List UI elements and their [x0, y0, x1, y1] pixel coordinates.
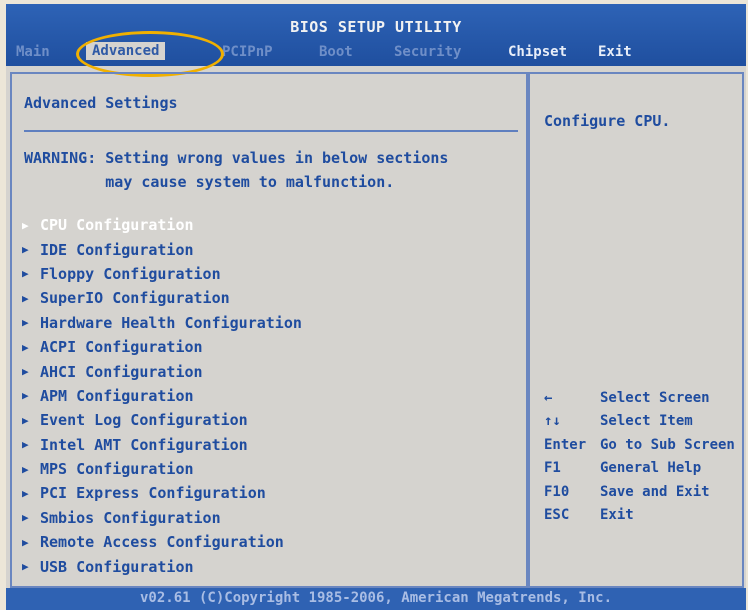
menu-item-usb[interactable]: ▶ USB Configuration — [22, 554, 302, 578]
key-row: ↑↓ Select Item — [544, 410, 735, 434]
config-menu: ▶ CPU Configuration ▶ IDE Configuration ▶ F… — [22, 213, 302, 579]
key-row: ESC Exit — [544, 504, 735, 528]
menu-item-apm[interactable]: ▶ APM Configuration — [22, 384, 302, 408]
menu-item-floppy[interactable]: ▶ Floppy Configuration — [22, 262, 302, 286]
triangle-right-icon: ▶ — [22, 291, 29, 305]
menu-item-label: Event Log Configuration — [40, 411, 248, 430]
menu-item-label: Smbios Configuration — [40, 508, 221, 527]
tab-chipset[interactable]: Chipset — [508, 44, 567, 60]
menu-item-label: USB Configuration — [40, 557, 194, 576]
menu-item-label: PCI Express Configuration — [40, 484, 266, 503]
key-name: ESC — [544, 507, 570, 524]
key-desc: Exit — [600, 507, 634, 524]
triangle-right-icon: ▶ — [22, 462, 29, 476]
bios-screen: BIOS SETUP UTILITY Main Advanced PCIPnP … — [6, 4, 746, 610]
key-name: Enter — [544, 436, 587, 453]
menu-item-pci-express[interactable]: ▶ PCI Express Configuration — [22, 481, 302, 505]
key-row: ← Select Screen — [544, 386, 735, 410]
menu-item-label: AHCI Configuration — [40, 362, 203, 381]
menu-item-label: Intel AMT Configuration — [40, 435, 248, 454]
triangle-right-icon: ▶ — [22, 316, 29, 330]
menu-item-event-log[interactable]: ▶ Event Log Configuration — [22, 408, 302, 432]
key-desc: General Help — [600, 460, 702, 477]
menu-item-label: SuperIO Configuration — [40, 289, 230, 308]
top-bar: BIOS SETUP UTILITY Main Advanced PCIPnP … — [6, 4, 746, 77]
key-name: ← — [544, 389, 553, 406]
triangle-right-icon: ▶ — [22, 267, 29, 281]
triangle-right-icon: ▶ — [22, 511, 29, 525]
menu-item-smbios[interactable]: ▶ Smbios Configuration — [22, 506, 302, 530]
advanced-settings-panel: Advanced Settings WARNING: Setting wrong… — [10, 72, 528, 588]
key-desc: Select Item — [600, 413, 693, 430]
key-row: F1 General Help — [544, 457, 735, 481]
menu-item-acpi[interactable]: ▶ ACPI Configuration — [22, 335, 302, 359]
bottom-bar: v02.61 (C)Copyright 1985-2006, American … — [6, 588, 746, 610]
key-name: F1 — [544, 460, 561, 477]
key-desc: Select Screen — [600, 389, 710, 406]
tab-main[interactable]: Main — [16, 44, 50, 60]
key-desc: Save and Exit — [600, 483, 710, 500]
copyright-text: v02.61 (C)Copyright 1985-2006, American … — [139, 590, 612, 606]
triangle-right-icon: ▶ — [22, 438, 29, 452]
menu-item-intel-amt[interactable]: ▶ Intel AMT Configuration — [22, 433, 302, 457]
help-text: Configure CPU. — [544, 112, 671, 130]
triangle-right-icon: ▶ — [22, 340, 29, 354]
menu-item-cpu[interactable]: ▶ CPU Configuration — [22, 213, 302, 237]
menu-item-label: IDE Configuration — [40, 240, 194, 259]
menu-item-label: Floppy Configuration — [40, 264, 221, 283]
key-row: Enter Go to Sub Screen — [544, 433, 735, 457]
menu-item-label: Hardware Health Configuration — [40, 313, 302, 332]
key-row: F10 Save and Exit — [544, 480, 735, 504]
menu-item-label: Remote Access Configuration — [40, 533, 284, 552]
key-name: F10 — [544, 483, 570, 500]
triangle-right-icon: ▶ — [22, 389, 29, 403]
triangle-right-icon: ▶ — [22, 413, 29, 427]
divider — [24, 130, 518, 132]
menu-item-superio[interactable]: ▶ SuperIO Configuration — [22, 286, 302, 310]
help-panel: Configure CPU. ← Select Screen ↑↓ Select I… — [528, 72, 744, 588]
menu-item-remote-access[interactable]: ▶ Remote Access Configuration — [22, 530, 302, 554]
triangle-right-icon: ▶ — [22, 365, 29, 379]
menu-item-label: MPS Configuration — [40, 460, 194, 479]
key-desc: Go to Sub Screen — [600, 436, 735, 453]
tab-exit[interactable]: Exit — [598, 44, 632, 60]
menu-item-label: CPU Configuration — [40, 216, 194, 235]
warning-text: WARNING: Setting wrong values in below s… — [24, 149, 449, 191]
menu-item-ahci[interactable]: ▶ AHCI Configuration — [22, 359, 302, 383]
triangle-right-icon: ▶ — [22, 535, 29, 549]
tab-pcipnp[interactable]: PCIPnP — [222, 44, 273, 60]
menu-item-label: APM Configuration — [40, 386, 194, 405]
triangle-right-icon: ▶ — [22, 560, 29, 574]
menu-item-mps[interactable]: ▶ MPS Configuration — [22, 457, 302, 481]
key-name: ↑↓ — [544, 413, 561, 430]
menu-item-hardware-health[interactable]: ▶ Hardware Health Configuration — [22, 311, 302, 335]
menu-item-label: ACPI Configuration — [40, 338, 203, 357]
triangle-right-icon: ▶ — [22, 486, 29, 500]
panel-heading: Advanced Settings — [24, 94, 178, 112]
tab-boot[interactable]: Boot — [319, 44, 353, 60]
key-legend: ← Select Screen ↑↓ Select Item Enter Go to … — [544, 386, 735, 527]
triangle-right-icon: ▶ — [22, 218, 29, 232]
triangle-right-icon: ▶ — [22, 243, 29, 257]
tab-security[interactable]: Security — [394, 44, 461, 60]
menu-item-ide[interactable]: ▶ IDE Configuration — [22, 237, 302, 261]
highlight-ring — [76, 31, 224, 77]
